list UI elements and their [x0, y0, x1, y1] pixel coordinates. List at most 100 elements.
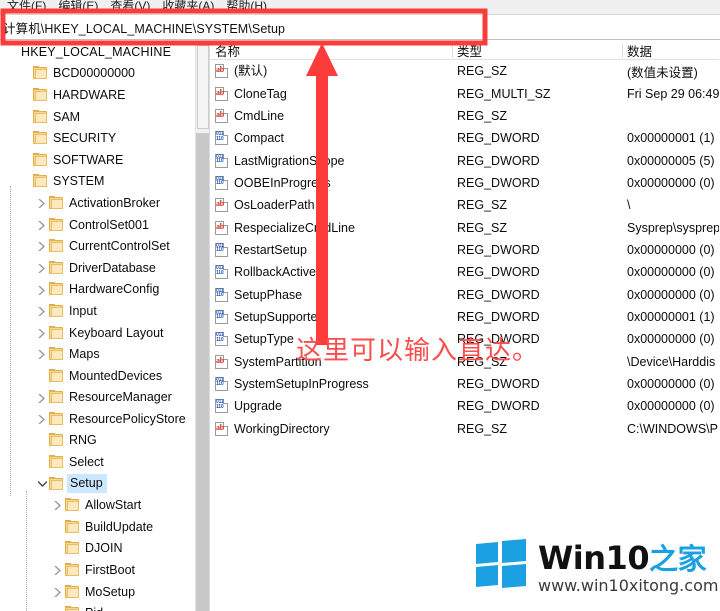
chevron-right-icon[interactable]	[34, 279, 49, 301]
tree-node-allowstart[interactable]: AllowStart	[0, 494, 196, 516]
chevron-right-icon[interactable]	[34, 235, 49, 257]
registry-tree-pane[interactable]: HKEY_LOCAL_MACHINE BCD00000000 HARDWARE SAM…	[0, 41, 210, 611]
value-type-cell: REG_SZ	[457, 220, 508, 235]
tree-node-mosetup[interactable]: MoSetup	[0, 581, 196, 603]
registry-value-row[interactable]: 011 110 SetupPhase REG_DWORD 0x00000000 (0)	[210, 283, 719, 305]
values-list-pane[interactable]: 名称 类型 数据 ab (默认) REG_SZ (数值未设置) ab CloneTag RE…	[210, 41, 719, 611]
column-header-type[interactable]: 类型	[452, 41, 622, 60]
value-name-cell[interactable]: 011 110 SetupSupported	[210, 309, 452, 325]
registry-tree[interactable]: HKEY_LOCAL_MACHINE BCD00000000 HARDWARE SAM…	[0, 41, 196, 611]
menu-item-favorites[interactable]: 收藏夹(A)	[159, 0, 223, 14]
value-name-cell[interactable]: ab CmdLine	[210, 108, 452, 124]
tree-node-activationbroker[interactable]: ActivationBroker	[0, 192, 196, 214]
value-name-cell[interactable]: 011 110 SetupType	[210, 331, 452, 347]
value-name-cell[interactable]: ab SystemPartition	[210, 354, 452, 370]
address-path-text[interactable]: 计算机\HKEY_LOCAL_MACHINE\SYSTEM\Setup	[0, 18, 285, 37]
registry-value-row[interactable]: ab WorkingDirectory REG_SZ C:\WINDOWS\P	[210, 418, 719, 440]
registry-value-row[interactable]: ab SystemPartition REG_SZ \Device\Harddis	[210, 350, 719, 372]
chevron-right-icon[interactable]	[34, 408, 49, 430]
tree-node-keyboard-layout[interactable]: Keyboard Layout	[0, 322, 196, 344]
registry-value-row[interactable]: 011 110 RollbackActive REG_DWORD 0x00000000 …	[210, 261, 719, 283]
registry-value-row[interactable]: ab CloneTag REG_MULTI_SZ Fri Sep 29 06:49	[210, 82, 719, 104]
registry-value-row[interactable]: 011 110 SetupType REG_DWORD 0x00000000 (0)	[210, 328, 719, 350]
tree-node-hardwareconfig[interactable]: HardwareConfig	[0, 279, 196, 301]
registry-value-row[interactable]: 011 110 Compact REG_DWORD 0x00000001 (1)	[210, 127, 719, 149]
menu-bar: 文件(F) 编辑(E) 查看(V) 收藏夹(A) 帮助(H)	[0, 0, 720, 15]
value-type-cell: REG_DWORD	[457, 287, 540, 302]
tree-node-hkey-local-machine[interactable]: HKEY_LOCAL_MACHINE	[0, 41, 196, 63]
tree-vertical-scrollbar[interactable]	[195, 41, 209, 611]
tree-scrollbar-track[interactable]	[196, 133, 209, 611]
chevron-down-icon[interactable]	[34, 473, 49, 495]
value-name-cell[interactable]: 011 110 Upgrade	[210, 398, 452, 414]
menu-item-help[interactable]: 帮助(H)	[223, 0, 276, 14]
chevron-right-icon[interactable]	[34, 257, 49, 279]
registry-value-row[interactable]: 011 110 RestartSetup REG_DWORD 0x00000000 (0…	[210, 239, 719, 261]
tree-node-mounteddevices[interactable]: MountedDevices	[0, 365, 196, 387]
value-name-cell[interactable]: 011 110 SystemSetupInProgress	[210, 376, 452, 392]
column-header-name[interactable]: 名称	[210, 41, 452, 60]
chevron-right-icon[interactable]	[34, 192, 49, 214]
chevron-right-icon[interactable]	[34, 300, 49, 322]
value-name-cell[interactable]: 011 110 RollbackActive	[210, 264, 452, 280]
tree-node-djoin[interactable]: DJOIN	[0, 538, 196, 560]
tree-scrollbar-thumb[interactable]	[197, 45, 209, 129]
tree-node-firstboot[interactable]: FirstBoot	[0, 559, 196, 581]
menu-item-file[interactable]: 文件(F)	[4, 0, 55, 14]
menu-item-edit[interactable]: 编辑(E)	[55, 0, 107, 14]
registry-value-row[interactable]: 011 110 SystemSetupInProgress REG_DWORD 0x00…	[210, 373, 719, 395]
values-list-rows[interactable]: ab (默认) REG_SZ (数值未设置) ab CloneTag REG_MULTI_S…	[210, 60, 719, 440]
registry-value-row[interactable]: 011 110 LastMigrationScope REG_DWORD 0x00000…	[210, 149, 719, 171]
tree-node-select[interactable]: Select	[0, 451, 196, 473]
value-name-cell[interactable]: 011 110 SetupPhase	[210, 287, 452, 303]
value-name-cell[interactable]: ab CloneTag	[210, 86, 452, 102]
value-name-cell[interactable]: 011 110 RestartSetup	[210, 242, 452, 258]
tree-node-setup[interactable]: Setup	[0, 473, 196, 495]
tree-node-buildupdate[interactable]: BuildUpdate	[0, 516, 196, 538]
chevron-right-icon[interactable]	[50, 494, 65, 516]
tree-node-input[interactable]: Input	[0, 300, 196, 322]
chevron-right-icon[interactable]	[34, 322, 49, 344]
value-name-cell[interactable]: ab WorkingDirectory	[210, 421, 452, 437]
tree-node-resourcemanager[interactable]: ResourceManager	[0, 387, 196, 409]
chevron-right-icon[interactable]	[50, 559, 65, 581]
value-name-cell[interactable]: 011 110 OOBEInProgress	[210, 175, 452, 191]
tree-node-sam[interactable]: SAM	[0, 106, 196, 128]
value-name-cell[interactable]: 011 110 Compact	[210, 130, 452, 146]
value-name-cell[interactable]: ab OsLoaderPath	[210, 197, 452, 213]
tree-node-software[interactable]: SOFTWARE	[0, 149, 196, 171]
registry-value-row[interactable]: ab (默认) REG_SZ (数值未设置)	[210, 60, 719, 82]
value-data-cell: 0x00000000 (0)	[627, 175, 715, 190]
tree-node-controlset001[interactable]: ControlSet001	[0, 214, 196, 236]
column-header-data[interactable]: 数据	[622, 41, 719, 60]
tree-node-resourcepolicystore[interactable]: ResourcePolicyStore	[0, 408, 196, 430]
tree-node-currentcontrolset[interactable]: CurrentControlSet	[0, 235, 196, 257]
tree-node-pid[interactable]: Pid	[0, 602, 196, 611]
chevron-right-icon[interactable]	[50, 581, 65, 603]
tree-node-hardware[interactable]: HARDWARE	[0, 84, 196, 106]
value-type-cell: REG_SZ	[457, 421, 508, 436]
string-value-icon: ab	[214, 108, 230, 124]
tree-guide-line	[26, 491, 27, 611]
tree-node-bcd00000000[interactable]: BCD00000000	[0, 63, 196, 85]
chevron-right-icon[interactable]	[34, 343, 49, 365]
value-name-cell[interactable]: 011 110 LastMigrationScope	[210, 153, 452, 169]
registry-value-row[interactable]: ab OsLoaderPath REG_SZ \	[210, 194, 719, 216]
address-bar[interactable]: 计算机\HKEY_LOCAL_MACHINE\SYSTEM\Setup	[0, 15, 720, 40]
tree-node-maps[interactable]: Maps	[0, 343, 196, 365]
tree-node-rng[interactable]: RNG	[0, 430, 196, 452]
tree-node-label: HKEY_LOCAL_MACHINE	[21, 44, 172, 59]
registry-value-row[interactable]: 011 110 OOBEInProgress REG_DWORD 0x00000000 …	[210, 172, 719, 194]
registry-value-row[interactable]: 011 110 Upgrade REG_DWORD 0x00000000 (0)	[210, 395, 719, 417]
chevron-right-icon[interactable]	[34, 387, 49, 409]
menu-item-view[interactable]: 查看(V)	[107, 0, 159, 14]
value-name-cell[interactable]: ab (默认)	[210, 63, 452, 79]
registry-value-row[interactable]: 011 110 SetupSupported REG_DWORD 0x00000001 …	[210, 306, 719, 328]
chevron-right-icon[interactable]	[34, 214, 49, 236]
registry-value-row[interactable]: ab CmdLine REG_SZ	[210, 105, 719, 127]
tree-node-security[interactable]: SECURITY	[0, 127, 196, 149]
registry-value-row[interactable]: ab RespecializeCmdLine REG_SZ Sysprep\syspr…	[210, 216, 719, 238]
tree-node-driverdatabase[interactable]: DriverDatabase	[0, 257, 196, 279]
value-name-cell[interactable]: ab RespecializeCmdLine	[210, 220, 452, 236]
tree-node-system[interactable]: SYSTEM	[0, 171, 196, 193]
